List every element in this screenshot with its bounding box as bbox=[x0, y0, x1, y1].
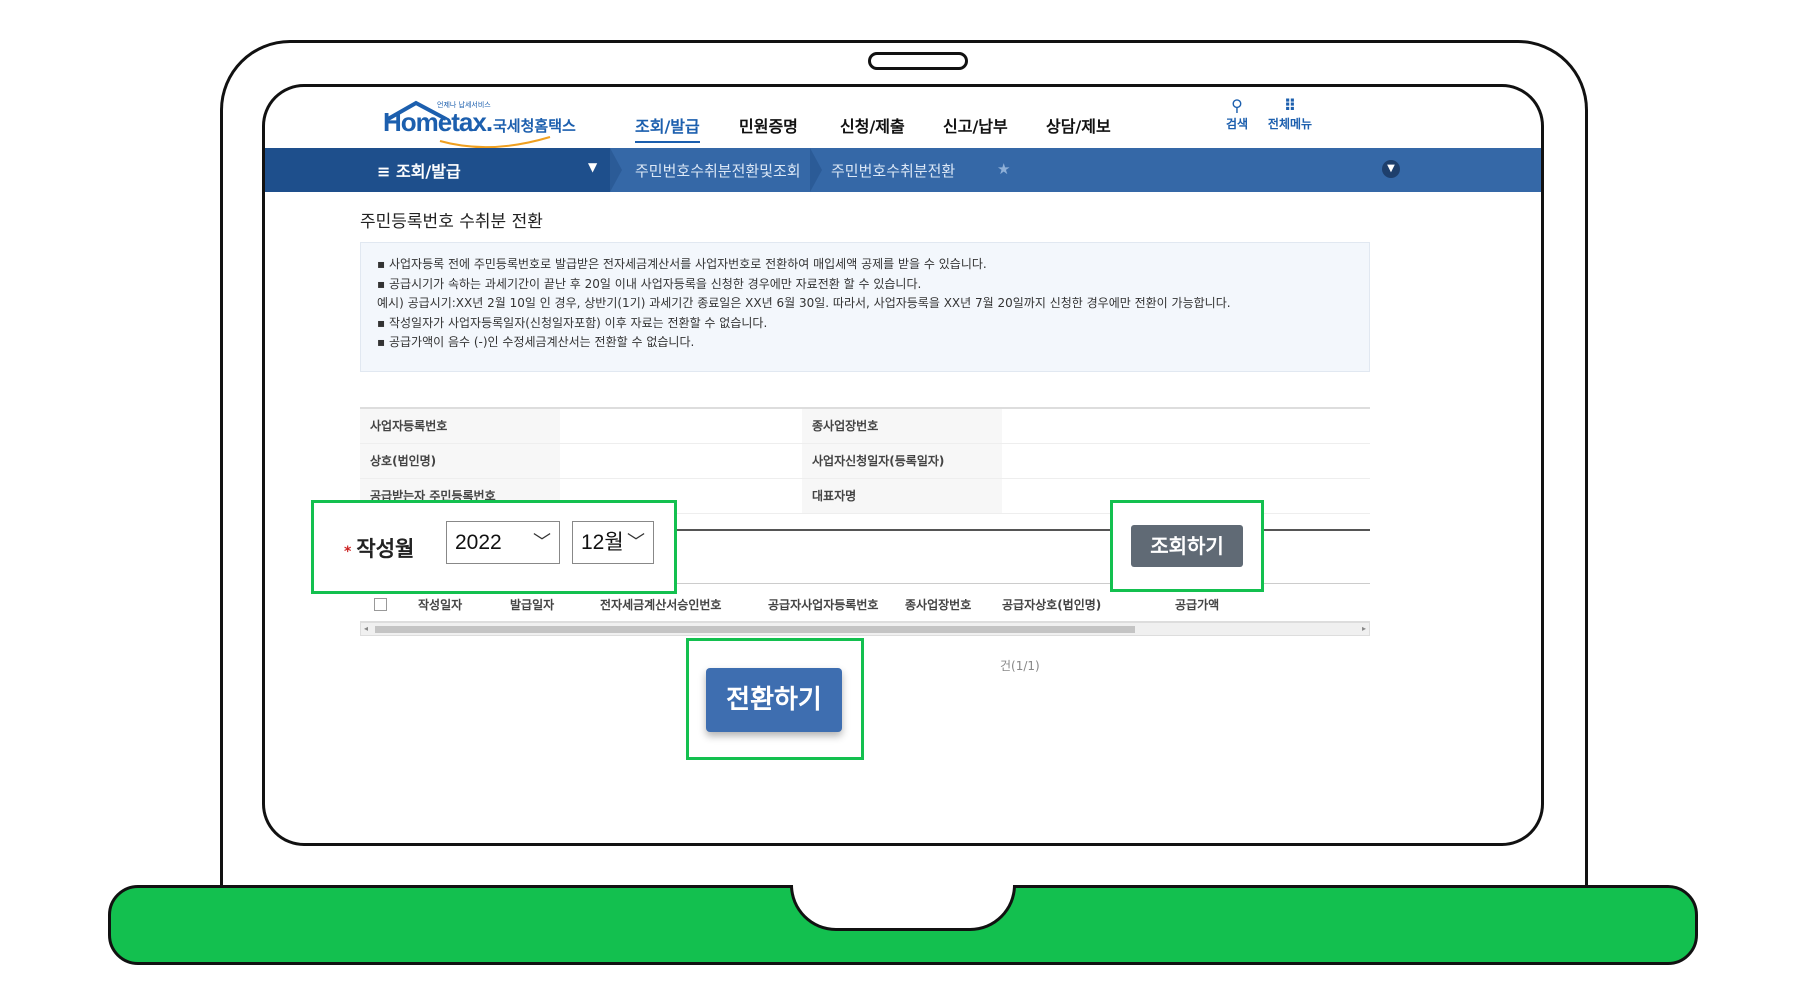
search-tool[interactable]: ⚲ 검색 bbox=[1212, 97, 1262, 132]
business-info-table: 사업자등록번호 종사업장번호 상호(법인명) 사업자신청일자(등록일자) 공급받… bbox=[360, 407, 1370, 514]
month-select[interactable]: 12월 ﹀ bbox=[572, 521, 654, 564]
convert-button-highlight: 전환하기 bbox=[686, 638, 864, 760]
notice-line: 예시) 공급시기:XX년 2월 10일 인 경우, 상반기(1기) 과세기간 종… bbox=[377, 296, 1231, 310]
notice-line: ▪ 공급시기가 속하는 과세기간이 끝난 후 20일 이내 사업자등록을 신청한… bbox=[377, 276, 922, 291]
scroll-left-icon[interactable]: ◂ bbox=[364, 623, 368, 635]
page-title: 주민등록번호 수취분 전환 bbox=[360, 212, 543, 232]
logo-subtitle: 국세청홈택스 bbox=[493, 117, 576, 135]
breadcrumb-item-2[interactable]: 주민번호수취분전환 bbox=[831, 160, 955, 181]
star-icon[interactable]: ★ bbox=[997, 160, 1010, 178]
laptop-screen: 언제나 납세서비스 Hometax. 국세청홈택스 조회/발급 민원증명 신청/… bbox=[262, 84, 1544, 846]
year-select-value: 2022 bbox=[455, 531, 502, 554]
camera-icon bbox=[868, 52, 968, 70]
breadcrumb-item-1[interactable]: 주민번호수취분전환및조회 bbox=[635, 160, 801, 181]
grid-menu-icon: ⠿ bbox=[1283, 96, 1297, 115]
col-approval-no: 전자세금계산서승인번호 bbox=[600, 598, 722, 612]
label-sub-biz-no: 종사업장번호 bbox=[802, 409, 1002, 443]
notice-line: ▪ 작성일자가 사업자등록일자(신청일자포함) 이후 자료는 전환할 수 없습니… bbox=[377, 315, 768, 330]
notice-box: ▪ 사업자등록 전에 주민등록번호로 발급받은 전자세금계산서를 사업자번호로 … bbox=[360, 242, 1370, 372]
nav-inquiry[interactable]: 조회/발급 bbox=[635, 113, 700, 143]
scroll-right-icon[interactable]: ▸ bbox=[1362, 623, 1366, 635]
search-icon: ⚲ bbox=[1231, 96, 1243, 115]
notice-line: ▪ 공급가액이 음수 (-)인 수정세금계산서는 전환할 수 없습니다. bbox=[377, 335, 695, 349]
logo-wordmark[interactable]: Hometax. bbox=[383, 107, 493, 138]
write-month-label: 작성월 bbox=[356, 537, 415, 561]
nav-certificate[interactable]: 민원증명 bbox=[739, 113, 798, 137]
query-button-highlight: 조회하기 bbox=[1110, 500, 1264, 592]
col-write-date: 작성일자 bbox=[418, 598, 463, 612]
col-supply-amount: 공급가액 bbox=[1175, 598, 1220, 612]
crumb-separator bbox=[610, 148, 622, 192]
crumb-separator bbox=[810, 148, 822, 192]
breadcrumb-bar: ≡ 조회/발급 ▼ 주민번호수취분전환및조회 주민번호수취분전환 ★ ▼ bbox=[265, 148, 1541, 192]
write-month-highlight: * 작성월 2022 ﹀ 12월 ﹀ bbox=[311, 500, 677, 594]
laptop-notch bbox=[790, 885, 1016, 931]
label-rep-name: 대표자명 bbox=[802, 479, 1002, 513]
query-button[interactable]: 조회하기 bbox=[1131, 525, 1243, 567]
chevron-down-icon[interactable]: ▼ bbox=[1382, 160, 1400, 178]
notice-line: ▪ 사업자등록 전에 주민등록번호로 발급받은 전자세금계산서를 사업자번호로 … bbox=[377, 257, 987, 271]
chevron-down-icon: ﹀ bbox=[533, 532, 551, 552]
all-menu-label: 전체메뉴 bbox=[1267, 117, 1313, 131]
nav-application[interactable]: 신청/제출 bbox=[840, 113, 905, 137]
caret-down-icon[interactable]: ▼ bbox=[588, 160, 597, 174]
col-supplier-biz-no: 공급자사업자등록번호 bbox=[768, 598, 879, 612]
horizontal-scrollbar[interactable]: ◂ ▸ bbox=[360, 622, 1370, 636]
info-row: 상호(법인명) 사업자신청일자(등록일자) bbox=[360, 444, 1370, 479]
select-all-checkbox[interactable] bbox=[374, 598, 387, 611]
hamburger-icon: ≡ bbox=[377, 162, 391, 181]
page-count: 건(1/1) bbox=[1000, 659, 1040, 673]
info-row: 사업자등록번호 종사업장번호 bbox=[360, 409, 1370, 444]
write-month-label-group: * 작성월 bbox=[344, 533, 414, 563]
nav-consultation[interactable]: 상담/제보 bbox=[1046, 113, 1111, 137]
search-tool-label: 검색 bbox=[1225, 117, 1249, 131]
chevron-down-icon: ﹀ bbox=[627, 532, 645, 552]
bar-menu[interactable]: ≡ 조회/발급 bbox=[377, 158, 461, 182]
col-sub-biz-no: 종사업장번호 bbox=[905, 598, 972, 612]
label-company: 상호(법인명) bbox=[360, 444, 560, 478]
col-issue-date: 발급일자 bbox=[510, 598, 555, 612]
nav-filing[interactable]: 신고/납부 bbox=[943, 113, 1008, 137]
year-select[interactable]: 2022 ﹀ bbox=[446, 521, 560, 564]
menu-section[interactable]: ≡ 조회/발급 ▼ bbox=[265, 148, 610, 192]
all-menu-tool[interactable]: ⠿ 전체메뉴 bbox=[1265, 97, 1315, 132]
month-select-value: 12월 bbox=[581, 531, 624, 554]
col-supplier-name: 공급자상호(법인명) bbox=[1002, 598, 1102, 612]
required-mark: * bbox=[344, 544, 352, 560]
scroll-thumb[interactable] bbox=[375, 626, 1135, 633]
convert-button[interactable]: 전환하기 bbox=[706, 668, 842, 732]
label-biz-no: 사업자등록번호 bbox=[360, 409, 560, 443]
label-apply-date: 사업자신청일자(등록일자) bbox=[802, 444, 1002, 478]
bar-menu-label: 조회/발급 bbox=[395, 162, 461, 181]
